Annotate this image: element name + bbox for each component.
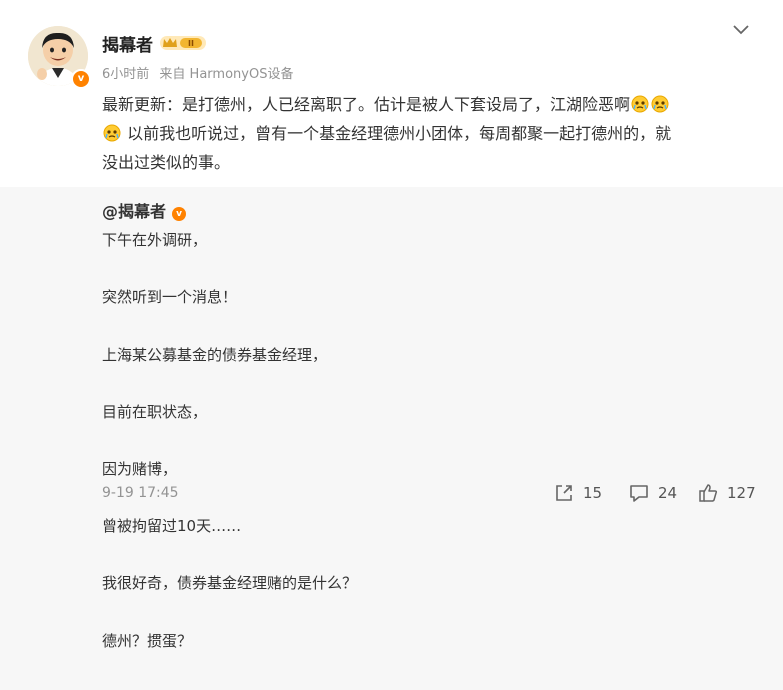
verified-badge-icon: v — [71, 69, 91, 89]
repost-timestamp[interactable]: 9-19 17:45 — [102, 485, 179, 501]
post-main: v 揭幕者 II 6小时前 来自 HarmonyOS设备 最新更新：是打德州，人… — [0, 0, 783, 187]
repost-line: 突然听到一个消息！ — [102, 288, 238, 306]
level-badge-icon[interactable]: II — [160, 35, 206, 51]
repost-line: 因为赌博， — [102, 460, 178, 478]
share-icon — [556, 485, 572, 501]
repost-line: 目前在职状态， — [102, 403, 208, 421]
repost-line: 我很好奇，债券基金经理赌的是什么？ — [102, 574, 358, 592]
post-time[interactable]: 6小时前 — [102, 67, 149, 82]
post-text-line-2: 以前我也听说过，曾有一个基金经理德州小团体，每周都聚一起打德州的，就 — [127, 124, 672, 143]
chevron-down-icon[interactable] — [731, 19, 751, 39]
sad-crying-face-icon — [103, 122, 121, 142]
repost-line: 下午在外调研， — [102, 231, 208, 249]
repost-line: 德州？掼蛋？ — [102, 632, 193, 650]
comment-button[interactable]: 24 — [628, 482, 688, 504]
post-author-name[interactable]: 揭幕者 — [102, 31, 153, 56]
repost-author-name[interactable]: @揭幕者 — [102, 202, 166, 221]
reposted-content: @揭幕者 v 下午在外调研， 突然听到一个消息！ 上海某公募基金的债券基金经理， … — [0, 187, 783, 690]
comment-count: 24 — [658, 484, 678, 502]
share-count: 15 — [583, 484, 603, 502]
repost-author[interactable]: @揭幕者 v — [102, 198, 187, 222]
like-button[interactable]: 127 — [697, 482, 767, 504]
sad-crying-face-icon — [651, 93, 669, 113]
post-source: 来自 HarmonyOS设备 — [159, 67, 294, 82]
verified-badge-icon: v — [172, 207, 187, 221]
repost-line: 曾被拘留过10天…… — [102, 517, 242, 535]
post-text-line-1: 最新更新：是打德州，人已经离职了。估计是被人下套设局了，江湖险恶啊 — [102, 95, 631, 114]
post-body: 最新更新：是打德州，人已经离职了。估计是被人下套设局了，江湖险恶啊 以前我也听说… — [102, 90, 752, 177]
thumbs-up-icon — [699, 484, 718, 502]
post-text-line-3: 没出过类似的事。 — [102, 153, 231, 172]
sad-crying-face-icon — [631, 93, 649, 113]
weibo-post-card: v 揭幕者 II 6小时前 来自 HarmonyOS设备 最新更新：是打德州，人… — [0, 0, 783, 690]
like-count: 127 — [727, 484, 756, 502]
repost-line: 上海某公募基金的债券基金经理， — [102, 346, 328, 364]
comment-icon — [630, 485, 648, 502]
post-meta: 6小时前 来自 HarmonyOS设备 — [102, 63, 299, 82]
share-button[interactable]: 15 — [553, 482, 613, 504]
level-badge-text: II — [188, 39, 194, 48]
